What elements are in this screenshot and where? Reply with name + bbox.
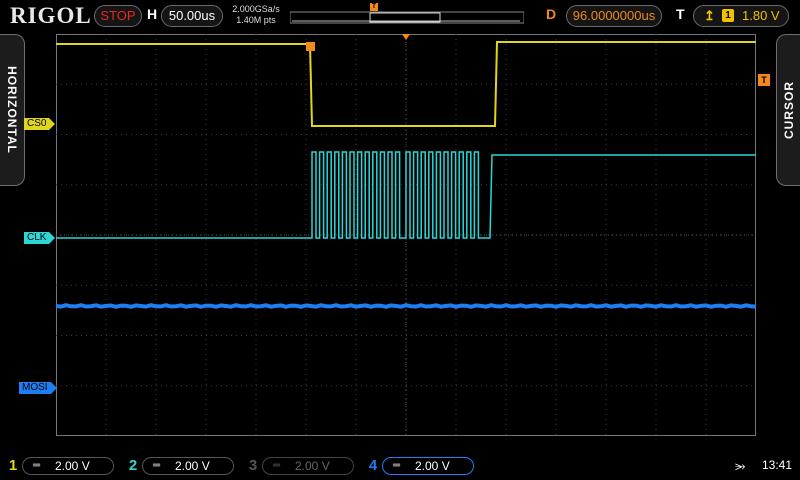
cursor-menu-tab[interactable]: CURSOR xyxy=(776,34,800,186)
trigger-level-marker[interactable]: T xyxy=(758,74,770,86)
horizontal-menu-tab[interactable]: HORIZONTAL xyxy=(0,34,25,186)
ch4-scale: 2.00 V xyxy=(415,459,450,473)
sample-rate: 2.000GSa/s xyxy=(232,4,280,14)
cursor-tab-label: CURSOR xyxy=(782,80,796,140)
ch4-label-tag[interactable]: MOSI xyxy=(19,382,57,394)
ch2-number: 2 xyxy=(128,457,138,474)
ch1-scale-box: ═ 2.00 V xyxy=(22,457,114,475)
ch4-trace xyxy=(56,303,756,309)
ch3-scale: 2.00 V xyxy=(295,459,330,473)
waveform-display[interactable] xyxy=(56,34,756,436)
delay-value[interactable]: 96.0000000us xyxy=(566,5,662,27)
acquisition-info: 2.000GSa/s 1.40M pts xyxy=(228,4,284,26)
ch3-scale-box: ═ 2.00 V xyxy=(262,457,354,475)
ch1-label-tag[interactable]: CS0 xyxy=(24,118,57,130)
run-stop-button[interactable]: STOP xyxy=(94,5,142,27)
usb-icon: ⭃ xyxy=(735,458,746,473)
trigger-label: T xyxy=(676,6,685,22)
dc-coupling-icon: ═ xyxy=(153,460,161,471)
trigger-settings[interactable]: ↥ 1 1.80 V xyxy=(693,5,789,27)
ch3-number: 3 xyxy=(248,457,258,474)
ch2-scale: 2.00 V xyxy=(175,459,210,473)
delay-label: D xyxy=(546,6,557,22)
dc-coupling-icon: ═ xyxy=(33,460,41,471)
memory-overview-strip[interactable] xyxy=(290,10,524,24)
ch2-label-tag[interactable]: CLK xyxy=(24,232,57,244)
ch1-scale: 2.00 V xyxy=(55,459,90,473)
trigger-position-marker xyxy=(402,34,410,40)
rising-edge-icon: ↥ xyxy=(704,8,715,23)
top-status-bar: RIGOL STOP H 50.00us 2.000GSa/s 1.40M pt… xyxy=(0,0,800,32)
dc-coupling-icon: ═ xyxy=(273,460,281,471)
brand-logo: RIGOL xyxy=(10,3,92,28)
ch4-number: 4 xyxy=(368,457,378,474)
dc-coupling-icon: ═ xyxy=(393,460,401,471)
memory-depth: 1.40M pts xyxy=(236,15,276,25)
trigger-position-icon: T xyxy=(370,3,378,11)
trigger-level: 1.80 V xyxy=(742,8,780,23)
waveform-traces xyxy=(56,34,756,309)
clock: 13:41 xyxy=(762,458,793,472)
horizontal-label: H xyxy=(147,6,158,22)
ch2-trace xyxy=(56,151,756,239)
horizontal-tab-label: HORIZONTAL xyxy=(5,66,19,154)
ch1-edge-marker xyxy=(306,42,315,51)
ch1-number: 1 xyxy=(8,457,18,474)
trigger-source: 1 xyxy=(722,9,734,22)
ch1-trace xyxy=(56,41,756,127)
ch2-scale-box: ═ 2.00 V xyxy=(142,457,234,475)
timebase-value[interactable]: 50.00us xyxy=(161,5,223,27)
channel-status-bar: 1 ═ 2.00 V 2 ═ 2.00 V 3 ═ 2.00 V 4 ═ 2.0… xyxy=(0,452,800,480)
ch4-scale-box: ═ 2.00 V xyxy=(382,457,474,475)
